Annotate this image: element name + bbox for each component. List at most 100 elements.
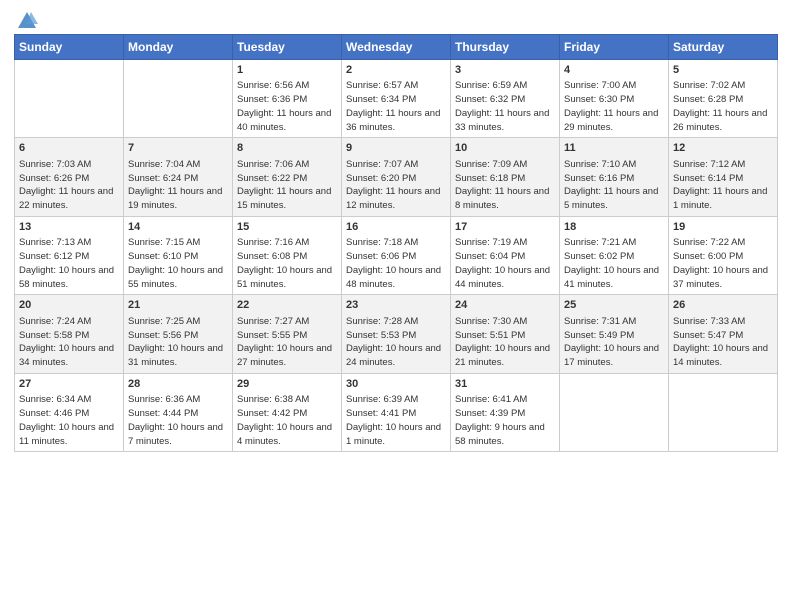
day-info: Sunrise: 6:38 AM Sunset: 4:42 PM Dayligh… — [237, 393, 337, 448]
calendar-cell: 28Sunrise: 6:36 AM Sunset: 4:44 PM Dayli… — [124, 373, 233, 451]
day-info: Sunrise: 7:18 AM Sunset: 6:06 PM Dayligh… — [346, 236, 446, 291]
calendar-week-3: 13Sunrise: 7:13 AM Sunset: 6:12 PM Dayli… — [15, 216, 778, 294]
header — [14, 10, 778, 28]
day-number: 3 — [455, 63, 555, 78]
calendar-week-1: 1Sunrise: 6:56 AM Sunset: 6:36 PM Daylig… — [15, 60, 778, 138]
day-number: 20 — [19, 298, 119, 313]
day-number: 9 — [346, 141, 446, 156]
calendar-cell: 4Sunrise: 7:00 AM Sunset: 6:30 PM Daylig… — [560, 60, 669, 138]
day-number: 6 — [19, 141, 119, 156]
calendar-cell — [560, 373, 669, 451]
day-info: Sunrise: 6:56 AM Sunset: 6:36 PM Dayligh… — [237, 79, 337, 134]
day-number: 1 — [237, 63, 337, 78]
day-info: Sunrise: 6:59 AM Sunset: 6:32 PM Dayligh… — [455, 79, 555, 134]
day-info: Sunrise: 7:19 AM Sunset: 6:04 PM Dayligh… — [455, 236, 555, 291]
calendar-cell: 29Sunrise: 6:38 AM Sunset: 4:42 PM Dayli… — [233, 373, 342, 451]
calendar-cell: 12 Sunrise: 7:12 AM Sunset: 6:14 PM Dayli… — [669, 138, 778, 216]
day-number: 19 — [673, 220, 773, 235]
day-number: 26 — [673, 298, 773, 313]
calendar-cell: 7 Sunrise: 7:04 AM Sunset: 6:24 PM Daylig… — [124, 138, 233, 216]
day-info: Sunrise: 7:10 AM Sunset: 6:16 PM Dayligh… — [564, 158, 664, 213]
calendar-cell: 15Sunrise: 7:16 AM Sunset: 6:08 PM Dayli… — [233, 216, 342, 294]
day-info: Sunrise: 7:00 AM Sunset: 6:30 PM Dayligh… — [564, 79, 664, 134]
day-number: 8 — [237, 141, 337, 156]
calendar-cell: 2Sunrise: 6:57 AM Sunset: 6:34 PM Daylig… — [342, 60, 451, 138]
day-info: Sunrise: 7:21 AM Sunset: 6:02 PM Dayligh… — [564, 236, 664, 291]
day-info: Sunrise: 7:22 AM Sunset: 6:00 PM Dayligh… — [673, 236, 773, 291]
calendar-cell: 13Sunrise: 7:13 AM Sunset: 6:12 PM Dayli… — [15, 216, 124, 294]
calendar-cell: 30Sunrise: 6:39 AM Sunset: 4:41 PM Dayli… — [342, 373, 451, 451]
calendar-cell: 25 Sunrise: 7:31 AM Sunset: 5:49 PM Dayli… — [560, 295, 669, 373]
calendar-cell — [124, 60, 233, 138]
day-info: Sunrise: 6:57 AM Sunset: 6:34 PM Dayligh… — [346, 79, 446, 134]
calendar-cell: 11 Sunrise: 7:10 AM Sunset: 6:16 PM Dayli… — [560, 138, 669, 216]
calendar-cell: 10 Sunrise: 7:09 AM Sunset: 6:18 PM Dayli… — [451, 138, 560, 216]
day-number: 23 — [346, 298, 446, 313]
calendar-cell: 8Sunrise: 7:06 AM Sunset: 6:22 PM Daylig… — [233, 138, 342, 216]
day-info: Sunrise: 6:39 AM Sunset: 4:41 PM Dayligh… — [346, 393, 446, 448]
day-number: 11 — [564, 141, 664, 156]
day-info: Sunrise: 7:02 AM Sunset: 6:28 PM Dayligh… — [673, 79, 773, 134]
calendar-week-2: 6 Sunrise: 7:03 AM Sunset: 6:26 PM Daylig… — [15, 138, 778, 216]
day-number: 18 — [564, 220, 664, 235]
calendar-week-4: 20Sunrise: 7:24 AM Sunset: 5:58 PM Dayli… — [15, 295, 778, 373]
day-number: 27 — [19, 377, 119, 392]
calendar-cell: 23 Sunrise: 7:28 AM Sunset: 5:53 PM Dayli… — [342, 295, 451, 373]
day-number: 4 — [564, 63, 664, 78]
calendar-cell: 17Sunrise: 7:19 AM Sunset: 6:04 PM Dayli… — [451, 216, 560, 294]
page: SundayMondayTuesdayWednesdayThursdayFrid… — [0, 0, 792, 612]
calendar-cell: 22Sunrise: 7:27 AM Sunset: 5:55 PM Dayli… — [233, 295, 342, 373]
day-info: Sunrise: 7:15 AM Sunset: 6:10 PM Dayligh… — [128, 236, 228, 291]
day-number: 24 — [455, 298, 555, 313]
logo — [14, 10, 38, 28]
calendar-cell — [15, 60, 124, 138]
day-info: Sunrise: 7:28 AM Sunset: 5:53 PM Dayligh… — [346, 315, 446, 370]
calendar-cell: 18Sunrise: 7:21 AM Sunset: 6:02 PM Dayli… — [560, 216, 669, 294]
day-info: Sunrise: 6:41 AM Sunset: 4:39 PM Dayligh… — [455, 393, 555, 448]
day-info: Sunrise: 7:27 AM Sunset: 5:55 PM Dayligh… — [237, 315, 337, 370]
day-number: 2 — [346, 63, 446, 78]
calendar-cell: 31Sunrise: 6:41 AM Sunset: 4:39 PM Dayli… — [451, 373, 560, 451]
day-info: Sunrise: 7:03 AM Sunset: 6:26 PM Dayligh… — [19, 158, 119, 213]
day-info: Sunrise: 7:30 AM Sunset: 5:51 PM Dayligh… — [455, 315, 555, 370]
header-wednesday: Wednesday — [342, 35, 451, 60]
day-info: Sunrise: 7:09 AM Sunset: 6:18 PM Dayligh… — [455, 158, 555, 213]
day-info: Sunrise: 7:31 AM Sunset: 5:49 PM Dayligh… — [564, 315, 664, 370]
calendar-cell: 9 Sunrise: 7:07 AM Sunset: 6:20 PM Daylig… — [342, 138, 451, 216]
header-sunday: Sunday — [15, 35, 124, 60]
day-info: Sunrise: 7:04 AM Sunset: 6:24 PM Dayligh… — [128, 158, 228, 213]
day-number: 12 — [673, 141, 773, 156]
day-info: Sunrise: 7:12 AM Sunset: 6:14 PM Dayligh… — [673, 158, 773, 213]
calendar-cell: 1Sunrise: 6:56 AM Sunset: 6:36 PM Daylig… — [233, 60, 342, 138]
calendar-cell: 5Sunrise: 7:02 AM Sunset: 6:28 PM Daylig… — [669, 60, 778, 138]
calendar-cell: 3Sunrise: 6:59 AM Sunset: 6:32 PM Daylig… — [451, 60, 560, 138]
day-number: 25 — [564, 298, 664, 313]
day-info: Sunrise: 7:16 AM Sunset: 6:08 PM Dayligh… — [237, 236, 337, 291]
day-number: 13 — [19, 220, 119, 235]
day-info: Sunrise: 7:13 AM Sunset: 6:12 PM Dayligh… — [19, 236, 119, 291]
calendar-cell: 24 Sunrise: 7:30 AM Sunset: 5:51 PM Dayli… — [451, 295, 560, 373]
header-tuesday: Tuesday — [233, 35, 342, 60]
calendar-cell: 27Sunrise: 6:34 AM Sunset: 4:46 PM Dayli… — [15, 373, 124, 451]
day-info: Sunrise: 7:25 AM Sunset: 5:56 PM Dayligh… — [128, 315, 228, 370]
day-info: Sunrise: 6:34 AM Sunset: 4:46 PM Dayligh… — [19, 393, 119, 448]
header-friday: Friday — [560, 35, 669, 60]
day-number: 7 — [128, 141, 228, 156]
calendar-cell: 26 Sunrise: 7:33 AM Sunset: 5:47 PM Dayli… — [669, 295, 778, 373]
calendar-table: SundayMondayTuesdayWednesdayThursdayFrid… — [14, 34, 778, 452]
calendar-cell: 21 Sunrise: 7:25 AM Sunset: 5:56 PM Dayli… — [124, 295, 233, 373]
day-number: 21 — [128, 298, 228, 313]
day-info: Sunrise: 7:33 AM Sunset: 5:47 PM Dayligh… — [673, 315, 773, 370]
day-number: 14 — [128, 220, 228, 235]
calendar-week-5: 27Sunrise: 6:34 AM Sunset: 4:46 PM Dayli… — [15, 373, 778, 451]
day-info: Sunrise: 7:07 AM Sunset: 6:20 PM Dayligh… — [346, 158, 446, 213]
day-number: 16 — [346, 220, 446, 235]
day-number: 10 — [455, 141, 555, 156]
calendar-cell: 19Sunrise: 7:22 AM Sunset: 6:00 PM Dayli… — [669, 216, 778, 294]
day-number: 31 — [455, 377, 555, 392]
calendar-cell: 6 Sunrise: 7:03 AM Sunset: 6:26 PM Daylig… — [15, 138, 124, 216]
calendar-cell: 20Sunrise: 7:24 AM Sunset: 5:58 PM Dayli… — [15, 295, 124, 373]
day-number: 5 — [673, 63, 773, 78]
calendar-cell: 16Sunrise: 7:18 AM Sunset: 6:06 PM Dayli… — [342, 216, 451, 294]
header-monday: Monday — [124, 35, 233, 60]
